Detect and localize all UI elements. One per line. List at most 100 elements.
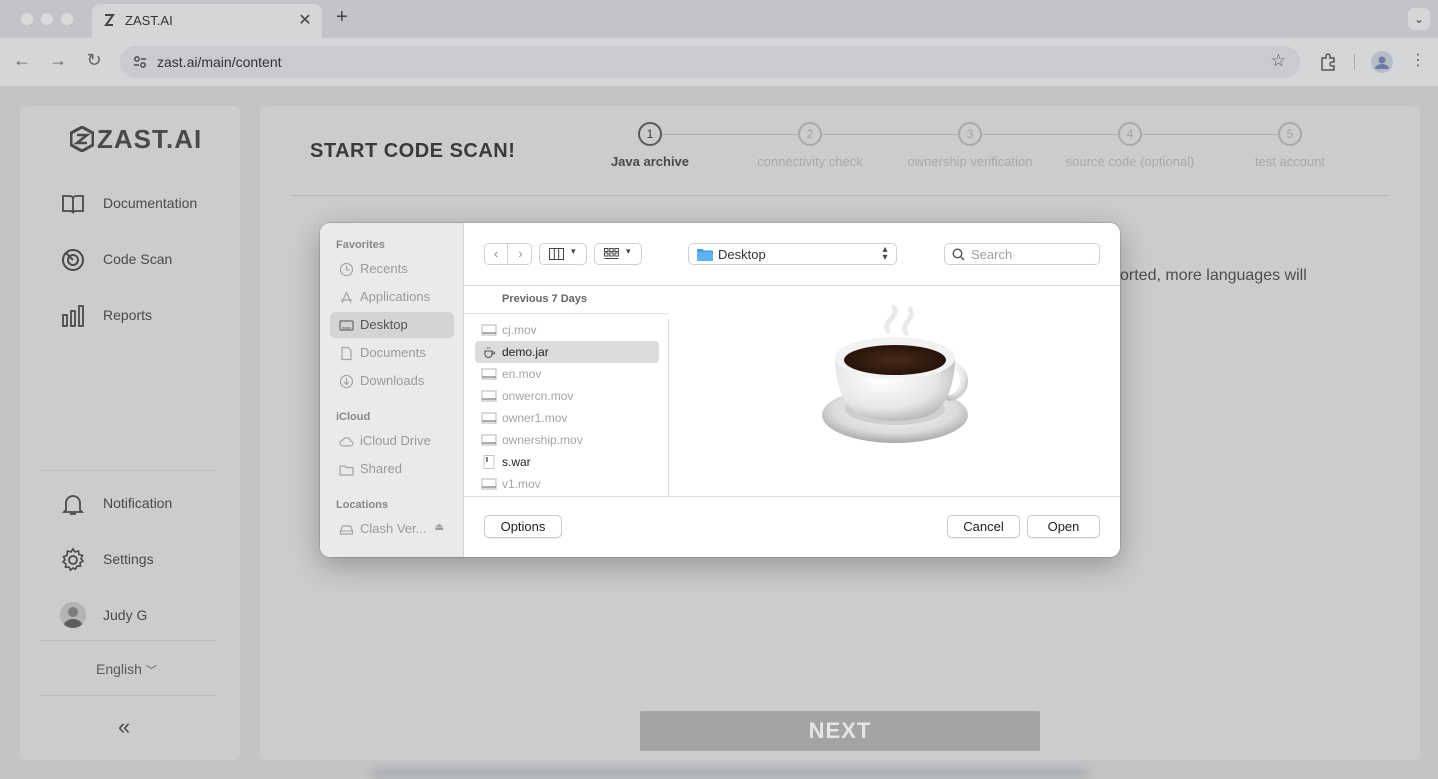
sidebar-item-label: Settings	[103, 551, 154, 567]
clock-icon	[339, 262, 354, 277]
file-row-ownership-mov[interactable]: ownership.mov	[475, 429, 659, 451]
document-icon	[341, 346, 352, 361]
file-name: s.war	[502, 455, 531, 469]
forward-icon[interactable]: →	[46, 50, 70, 71]
next-button[interactable]: NEXT	[640, 711, 1040, 751]
step-number: 2	[798, 122, 822, 146]
tab-search-button[interactable]: ⌄	[1408, 8, 1430, 30]
search-input[interactable]	[971, 246, 1095, 263]
sidebar-item-desktop[interactable]: Desktop	[330, 312, 454, 338]
address-bar[interactable]: zast.ai/main/content ☆	[120, 46, 1300, 78]
options-button[interactable]: Options	[484, 515, 562, 538]
sidebar-item-icloud-drive[interactable]: iCloud Drive	[330, 428, 454, 454]
step-label: Java archive	[610, 154, 690, 169]
toolbar-separator	[1354, 54, 1355, 70]
browser-toolbar: ← → ↻ zast.ai/main/content ☆ ⋮	[0, 38, 1438, 86]
sidebar-item-label: Reports	[103, 307, 153, 323]
page-title: START CODE SCAN!	[310, 140, 516, 162]
sidebar-item-notification[interactable]: Notification	[60, 488, 230, 520]
zast-logo[interactable]: ZAST.AI	[70, 124, 202, 155]
window-close-button[interactable]	[21, 13, 33, 25]
gear-icon	[61, 547, 85, 572]
open-button[interactable]: Open	[1027, 515, 1100, 538]
dialog-search-box[interactable]	[944, 243, 1100, 265]
site-settings-icon[interactable]	[132, 54, 148, 70]
sidebar-divider	[40, 470, 216, 471]
locations-heading: Locations	[336, 499, 388, 511]
sidebar-item-recents[interactable]: Recents	[330, 256, 454, 282]
sidebar-item-reports[interactable]: Reports	[60, 300, 230, 332]
location-popup[interactable]: Desktop ▴ ▾	[688, 243, 897, 265]
step-java-archive: 1 Java archive	[570, 122, 730, 169]
zast-logo-icon	[70, 126, 94, 152]
sidebar-item-profile[interactable]: Judy G	[60, 600, 230, 632]
url-text[interactable]: zast.ai/main/content	[157, 54, 282, 70]
group-by-button[interactable]: ▾	[594, 243, 642, 265]
footer-divider	[464, 496, 1120, 497]
file-row-v1-mov[interactable]: v1.mov	[475, 473, 659, 495]
cancel-button[interactable]: Cancel	[947, 515, 1020, 538]
more-menu-icon[interactable]: ⋮	[1406, 50, 1430, 70]
eject-icon[interactable]: ⏏	[435, 522, 444, 533]
back-icon[interactable]: ←	[10, 50, 34, 71]
back-button[interactable]: ‹	[485, 244, 508, 264]
window-zoom-button[interactable]	[61, 13, 73, 25]
tab-close-icon[interactable]: ✕	[296, 10, 314, 30]
reload-icon[interactable]: ↻	[82, 50, 106, 71]
file-row-demo-jar[interactable]: demo.jar	[475, 341, 659, 363]
favorites-heading: Favorites	[336, 239, 385, 251]
search-icon	[952, 248, 965, 261]
file-name: owner1.mov	[502, 411, 568, 425]
sidebar-item-documentation[interactable]: Documentation	[60, 188, 230, 220]
user-name: Judy G	[103, 607, 148, 623]
step-number: 3	[958, 122, 982, 146]
sidebar-item-label: Desktop	[360, 317, 408, 332]
file-row-cj-mov[interactable]: cj.mov	[475, 319, 659, 341]
file-row-en-mov[interactable]: en.mov	[475, 363, 659, 385]
chevron-down-icon: ▾	[571, 246, 576, 256]
file-list: cj.mov demo.jar en.mov onwercn.mov owner…	[464, 319, 669, 497]
file-name: ownership.mov	[502, 433, 583, 447]
file-row-owner1-mov[interactable]: owner1.mov	[475, 407, 659, 429]
video-file-icon	[481, 324, 497, 336]
video-file-icon	[481, 412, 497, 424]
step-connectivity-check: 2 connectivity check	[730, 122, 890, 169]
sidebar-item-code-scan[interactable]: Code Scan	[60, 244, 230, 276]
collapse-sidebar-icon[interactable]: «	[118, 714, 130, 740]
video-file-icon	[481, 368, 497, 380]
browser-tab-bar: ZAST.AI ✕ + ⌄	[0, 0, 1438, 38]
sidebar-divider	[40, 640, 216, 641]
language-label: English	[96, 661, 142, 677]
window-minimize-button[interactable]	[41, 13, 53, 25]
sidebar-item-label: Recents	[360, 261, 408, 276]
file-row-onwercn-mov[interactable]: onwercn.mov	[475, 385, 659, 407]
extensions-icon[interactable]	[1318, 52, 1338, 72]
sidebar-item-applications[interactable]: Applications	[330, 284, 454, 310]
chevron-down-icon: ﹀	[145, 665, 157, 677]
list-header-divider	[464, 313, 669, 314]
sidebar-divider	[40, 695, 216, 696]
forward-button[interactable]: ›	[509, 244, 532, 264]
book-icon	[62, 195, 84, 214]
profile-icon[interactable]	[1371, 51, 1393, 73]
sidebar-item-shared[interactable]: Shared	[330, 456, 454, 482]
shared-folder-icon	[339, 465, 354, 476]
desktop-icon	[339, 320, 354, 331]
new-tab-button[interactable]: +	[336, 6, 348, 29]
view-mode-button[interactable]: ▾	[539, 243, 587, 265]
file-row-s-war[interactable]: s.war	[475, 451, 659, 473]
sidebar-item-settings[interactable]: Settings	[60, 544, 230, 576]
sidebar-item-clash-volume[interactable]: Clash Ver... ⏏	[330, 516, 454, 542]
sidebar-item-label: Notification	[103, 495, 173, 511]
video-file-icon	[481, 478, 497, 490]
sidebar-item-downloads[interactable]: Downloads	[330, 368, 454, 394]
language-selector[interactable]: English ﹀	[96, 661, 157, 678]
browser-tab[interactable]: ZAST.AI ✕	[92, 4, 322, 38]
list-section-header: Previous 7 Days	[502, 293, 587, 305]
step-test-account: 5 test account	[1210, 122, 1370, 169]
location-label: Desktop	[718, 247, 766, 262]
dialog-sidebar: Favorites Recents Applications Desktop D…	[320, 223, 464, 557]
step-label: test account	[1254, 154, 1326, 169]
sidebar-item-documents[interactable]: Documents	[330, 340, 454, 366]
bookmark-star-icon[interactable]: ☆	[1271, 51, 1286, 71]
